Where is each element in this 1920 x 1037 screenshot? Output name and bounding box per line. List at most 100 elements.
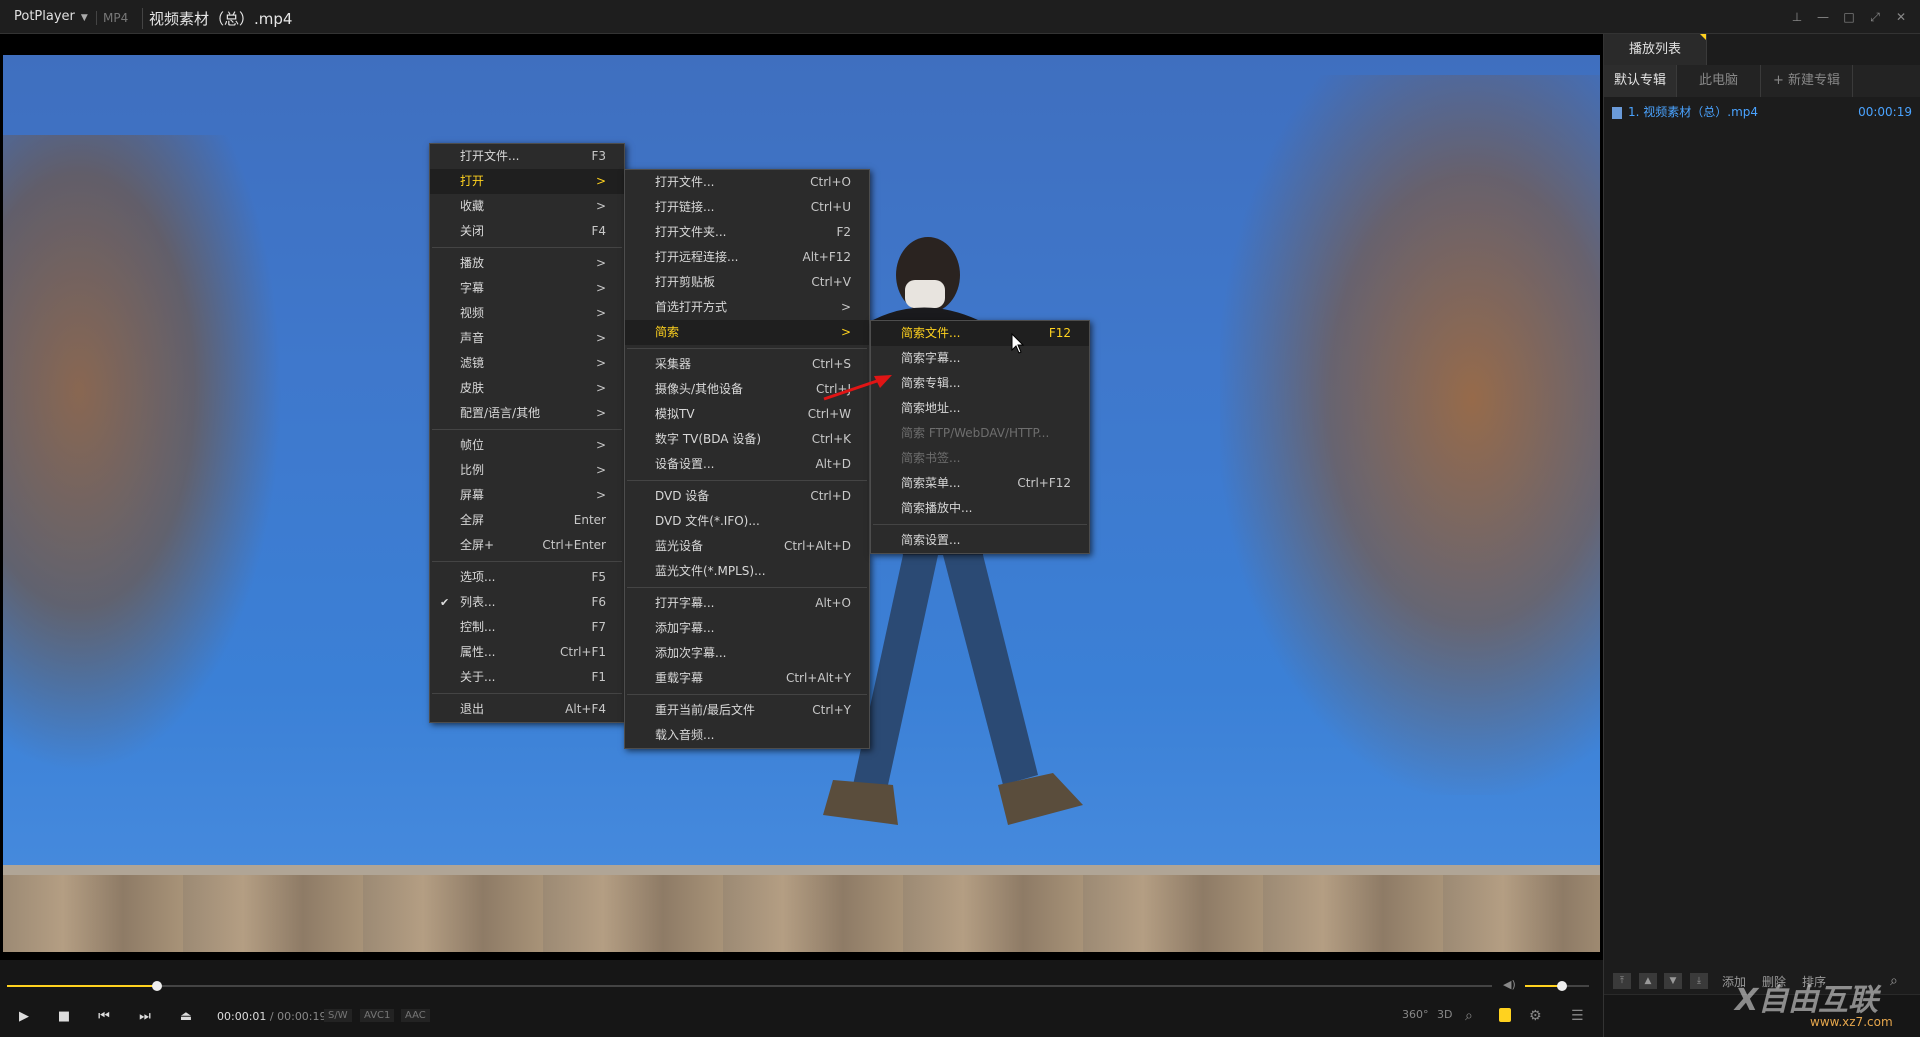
menu-item-playback[interactable]: 播放 > bbox=[430, 251, 624, 276]
menu-icon[interactable]: ☰ bbox=[1571, 1008, 1584, 1024]
window-controls: ⊥ — □ ⤢ ✕ bbox=[1790, 0, 1908, 34]
menu-item-open-link[interactable]: 打开链接... Ctrl+U bbox=[625, 195, 869, 220]
menu-item-dvd-file[interactable]: DVD 文件(*.IFO)... bbox=[625, 509, 869, 534]
menu-item-audio[interactable]: 声音 > bbox=[430, 326, 624, 351]
menu-item-jiansuo-subtitle[interactable]: 简索字幕... bbox=[871, 346, 1089, 371]
menu-item-device-settings[interactable]: 设备设置... Alt+D bbox=[625, 452, 869, 477]
subtitle-icon[interactable] bbox=[1499, 1008, 1511, 1022]
red-arrow-annotation bbox=[823, 375, 892, 401]
menu-item-open-file[interactable]: 打开文件... Ctrl+O bbox=[625, 170, 869, 195]
watermark-logo: X自由互联 bbox=[1735, 983, 1879, 1018]
eject-icon[interactable]: ⏏ bbox=[177, 1007, 195, 1027]
gear-icon[interactable]: ⚙ bbox=[1529, 1008, 1542, 1024]
menu-item-jiansuo-ftp: 简索 FTP/WebDAV/HTTP... bbox=[901, 426, 1050, 440]
menu-item-playlist[interactable]: ✔ 列表... F6 bbox=[430, 590, 624, 615]
menu-item-close[interactable]: 关闭 F4 bbox=[430, 219, 624, 244]
tag-video-codec[interactable]: AVC1 bbox=[360, 1009, 395, 1022]
tag-sw[interactable]: S/W bbox=[324, 1009, 352, 1022]
volume-icon[interactable]: ◀) bbox=[1503, 978, 1516, 991]
menu-item-ratio[interactable]: 比例 > bbox=[430, 458, 624, 483]
menu-item-open[interactable]: 打开 > bbox=[430, 169, 624, 194]
menu-item-jiansuo-menu[interactable]: 简索菜单... Ctrl+F12 bbox=[871, 471, 1089, 496]
playlist-item[interactable]: 1. 视频素材（总）.mp4 00:00:19 bbox=[1612, 102, 1912, 122]
menu-item-frame[interactable]: 帧位 > bbox=[430, 433, 624, 458]
minimize-icon[interactable]: — bbox=[1816, 10, 1830, 24]
play-icon[interactable]: ▶ bbox=[15, 1007, 33, 1027]
subtab-default-album[interactable]: 默认专辑 bbox=[1604, 65, 1678, 97]
menu-item-jiansuo-album[interactable]: 简索专辑... bbox=[871, 371, 1089, 396]
menu-item-analog-tv[interactable]: 模拟TV Ctrl+W bbox=[625, 402, 869, 427]
tree-left bbox=[3, 135, 283, 775]
menu-item-subtitles[interactable]: 字幕 > bbox=[430, 276, 624, 301]
format-label: MP4 bbox=[96, 11, 128, 25]
next-icon[interactable]: ⏭ bbox=[136, 1007, 154, 1027]
tab-playlist[interactable]: 播放列表 bbox=[1604, 34, 1707, 65]
zoom-search-icon[interactable]: ⌕ bbox=[1465, 1008, 1473, 1024]
app-menu-button[interactable]: PotPlayer ▼ bbox=[6, 0, 96, 34]
3d-button[interactable]: 3D bbox=[1437, 1008, 1452, 1021]
menu-item-filters[interactable]: 滤镜 > bbox=[430, 351, 624, 376]
menu-item-options[interactable]: 选项... F5 bbox=[430, 565, 624, 590]
menu-item-open-folder[interactable]: 打开文件夹... F2 bbox=[625, 220, 869, 245]
menu-item-reopen-last[interactable]: 重开当前/最后文件 Ctrl+Y bbox=[625, 698, 869, 723]
menu-item-dvd-device[interactable]: DVD 设备 Ctrl+D bbox=[625, 484, 869, 509]
app-name: PotPlayer bbox=[14, 9, 75, 24]
stop-icon[interactable]: ■ bbox=[55, 1007, 73, 1027]
menu-item-preferred-open[interactable]: 首选打开方式 > bbox=[625, 295, 869, 320]
menu-separator bbox=[432, 247, 622, 248]
menu-item-skins[interactable]: 皮肤 > bbox=[430, 376, 624, 401]
menu-item-favorites[interactable]: 收藏 > bbox=[430, 194, 624, 219]
menu-item-exit[interactable]: 退出 Alt+F4 bbox=[430, 697, 624, 722]
menu-item-config[interactable]: 配置/语言/其他 > bbox=[430, 401, 624, 426]
menu-item-jiansuo-address[interactable]: 简索地址... bbox=[871, 396, 1089, 421]
menu-item-jiansuo-playing[interactable]: 简索播放中... bbox=[871, 496, 1089, 521]
menu-item-screen[interactable]: 屏幕 > bbox=[430, 483, 624, 508]
menu-item-add-secondary-subtitle[interactable]: 添加次字幕... bbox=[625, 641, 869, 666]
menu-item-control[interactable]: 控制... F7 bbox=[430, 615, 624, 640]
tag-audio-codec[interactable]: AAC bbox=[401, 1009, 430, 1022]
menu-item-fullscreen-plus[interactable]: 全屏+ Ctrl+Enter bbox=[430, 533, 624, 558]
move-bottom-icon[interactable]: ⤓ bbox=[1690, 973, 1708, 989]
search-icon[interactable]: ⌕ bbox=[1890, 973, 1898, 989]
context-menu-main: 打开文件... F3 打开 > 收藏 > 关闭 F4 播放 > 字幕 > 视频 > 声音 > 滤… bbox=[429, 143, 625, 723]
menu-item-jiansuo[interactable]: 简索 > bbox=[625, 320, 869, 345]
menu-item-about[interactable]: 关于... F1 bbox=[430, 665, 624, 690]
menu-item-reload-subtitle[interactable]: 重载字幕 Ctrl+Alt+Y bbox=[625, 666, 869, 691]
menu-separator bbox=[873, 524, 1087, 525]
menu-item-video[interactable]: 视频 > bbox=[430, 301, 624, 326]
seek-handle[interactable] bbox=[152, 981, 162, 991]
seek-bar[interactable] bbox=[7, 985, 1492, 987]
menu-item-jiansuo-file[interactable]: 简索文件... F12 bbox=[871, 321, 1089, 346]
move-up-icon[interactable]: ▲ bbox=[1639, 973, 1657, 989]
subtab-this-pc[interactable]: 此电脑 bbox=[1677, 65, 1762, 97]
menu-item-jiansuo-settings[interactable]: 简索设置... bbox=[871, 528, 1089, 553]
menu-item-open-file[interactable]: 打开文件... F3 bbox=[430, 144, 624, 169]
menu-item-load-audio[interactable]: 载入音频... bbox=[625, 723, 869, 748]
menu-item-fullscreen[interactable]: 全屏 Enter bbox=[430, 508, 624, 533]
subtab-new-album[interactable]: + 新建专辑 bbox=[1761, 65, 1854, 97]
fullscreen-icon[interactable]: ⤢ bbox=[1868, 10, 1882, 25]
menu-item-open-subtitle[interactable]: 打开字幕... Alt+O bbox=[625, 591, 869, 616]
context-submenu-jiansuo: 简索文件... F12 简索字幕... 简索专辑... 简索地址... 简索 FT… bbox=[870, 320, 1090, 554]
context-submenu-open: 打开文件... Ctrl+O 打开链接... Ctrl+U 打开文件夹... F2 打… bbox=[624, 169, 870, 749]
volume-handle[interactable] bbox=[1557, 981, 1567, 991]
vr-360-button[interactable]: 360° bbox=[1402, 1008, 1429, 1021]
file-icon bbox=[1612, 106, 1622, 119]
wall-top bbox=[3, 865, 1600, 875]
menu-item-properties[interactable]: 属性... Ctrl+F1 bbox=[430, 640, 624, 665]
menu-item-open-remote[interactable]: 打开远程连接... Alt+F12 bbox=[625, 245, 869, 270]
move-down-icon[interactable]: ▼ bbox=[1664, 973, 1682, 989]
pin-icon[interactable]: ⊥ bbox=[1790, 10, 1804, 24]
previous-icon[interactable]: ⏮ bbox=[95, 1007, 113, 1027]
time-display: 00:00:01 / 00:00:19 bbox=[217, 1010, 327, 1023]
menu-item-open-clipboard[interactable]: 打开剪贴板 Ctrl+V bbox=[625, 270, 869, 295]
menu-item-bluray-device[interactable]: 蓝光设备 Ctrl+Alt+D bbox=[625, 534, 869, 559]
move-top-icon[interactable]: ⤒ bbox=[1613, 973, 1631, 989]
maximize-icon[interactable]: □ bbox=[1842, 10, 1856, 24]
menu-item-add-subtitle[interactable]: 添加字幕... bbox=[625, 616, 869, 641]
menu-item-digital-tv[interactable]: 数字 TV(BDA 设备) Ctrl+K bbox=[625, 427, 869, 452]
close-icon[interactable]: ✕ bbox=[1894, 10, 1908, 24]
menu-item-bluray-file[interactable]: 蓝光文件(*.MPLS)... bbox=[625, 559, 869, 584]
chevron-down-icon: ▼ bbox=[80, 13, 88, 23]
menu-separator bbox=[432, 693, 622, 694]
